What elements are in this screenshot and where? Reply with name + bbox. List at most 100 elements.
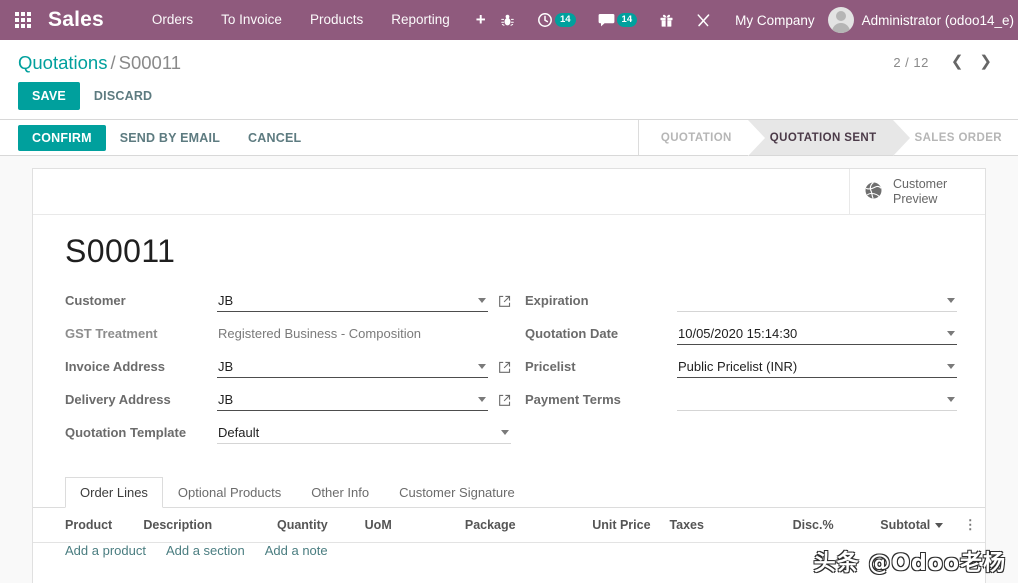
field-pricelist-input[interactable]: Public Pricelist (INR) [677, 356, 957, 378]
grid-apps-icon [15, 12, 31, 28]
field-delivery-address-external-link-icon[interactable] [498, 394, 511, 407]
column-subtotal-label: Subtotal [880, 518, 931, 532]
chevron-down-icon[interactable] [478, 396, 486, 402]
customer-preview-line1: Customer [893, 176, 948, 191]
breadcrumb-quotations[interactable]: Quotations [18, 52, 107, 73]
field-delivery-address-value: JB [218, 391, 234, 407]
breadcrumb: Quotations / S00011 [18, 52, 181, 74]
vertical-dots-icon: ⋮ [963, 517, 978, 532]
field-invoice-address-external-link-icon[interactable] [498, 361, 511, 374]
status-step-sales-order[interactable]: SALES ORDER [892, 120, 1018, 155]
notebook: Order Lines Optional Products Other Info… [33, 455, 985, 558]
customer-preview-button[interactable]: Customer Preview [849, 169, 985, 214]
field-expiration: Expiration [525, 290, 957, 314]
tab-customer-signature[interactable]: Customer Signature [384, 477, 530, 508]
top-navbar: Sales Orders To Invoice Products Reporti… [0, 0, 1018, 40]
field-customer-label: Customer [65, 293, 126, 308]
record-title: S00011 [65, 233, 176, 269]
cancel-button[interactable]: CANCEL [234, 125, 315, 151]
chevron-down-icon[interactable] [501, 429, 509, 435]
column-uom[interactable]: UoM [358, 508, 459, 543]
gift-icon[interactable] [648, 0, 685, 40]
pager-next-icon[interactable]: ❯ [971, 54, 1000, 70]
breadcrumb-current: S00011 [118, 52, 182, 73]
confirm-button[interactable]: CONFIRM [18, 124, 106, 151]
send-by-email-button[interactable]: SEND BY EMAIL [106, 125, 234, 151]
add-a-note-link[interactable]: Add a note [265, 543, 328, 558]
column-description[interactable]: Description [137, 508, 271, 543]
pager-previous-icon[interactable]: ❮ [943, 54, 972, 70]
field-invoice-address-value: JB [218, 358, 234, 374]
menu-item-products[interactable]: Products [296, 0, 377, 40]
action-status-bar: CONFIRM SEND BY EMAIL CANCEL QUOTATION Q… [0, 120, 1018, 156]
chevron-down-icon[interactable] [947, 297, 955, 303]
globe-icon [864, 181, 883, 203]
field-delivery-address-label: Delivery Address [65, 392, 171, 407]
form-fields: Customer JB GST Treatment Registered Bus… [33, 276, 985, 455]
messages-icon[interactable]: 14 [587, 0, 649, 40]
field-payment-terms-label: Payment Terms [525, 392, 621, 407]
field-invoice-address-label: Invoice Address [65, 359, 165, 374]
add-a-product-link[interactable]: Add a product [65, 543, 146, 558]
app-brand-sales[interactable]: Sales [46, 8, 112, 32]
discard-button[interactable]: DISCARD [80, 82, 166, 110]
chevron-down-icon[interactable] [947, 396, 955, 402]
bug-icon[interactable] [489, 0, 526, 40]
company-switcher[interactable]: My Company [722, 13, 828, 28]
field-customer-value: JB [218, 292, 234, 308]
column-discount[interactable]: Disc.% [786, 508, 875, 543]
customer-preview-line2: Preview [893, 191, 938, 206]
column-subtotal[interactable]: Subtotal [874, 508, 958, 543]
tools-icon[interactable] [685, 0, 722, 40]
field-expiration-input[interactable] [677, 290, 957, 312]
main-menu: Orders To Invoice Products Reporting + [138, 0, 498, 40]
form-column-right: Expiration Quotation Date 10/05/2020 15:… [511, 290, 957, 455]
menu-item-to-invoice[interactable]: To Invoice [207, 0, 296, 40]
menu-item-orders[interactable]: Orders [138, 0, 207, 40]
optional-columns-toggle[interactable]: ⋮ [957, 508, 985, 543]
apps-menu-button[interactable] [0, 0, 46, 40]
tab-optional-products[interactable]: Optional Products [163, 477, 296, 508]
field-quotation-date-input[interactable]: 10/05/2020 15:14:30 [677, 323, 957, 345]
chevron-down-icon[interactable] [947, 330, 955, 336]
field-gst-treatment-value: Registered Business - Composition [218, 326, 422, 341]
order-lines-body: Add a product Add a section Add a note [33, 543, 985, 558]
menu-item-reporting[interactable]: Reporting [377, 0, 464, 40]
field-customer-external-link-icon[interactable] [498, 295, 511, 308]
add-links: Add a product Add a section Add a note [33, 543, 985, 558]
chevron-down-icon[interactable] [947, 363, 955, 369]
column-package[interactable]: Package [458, 508, 587, 543]
column-quantity[interactable]: Quantity [270, 508, 359, 543]
chevron-down-icon[interactable] [478, 363, 486, 369]
field-pricelist-value: Public Pricelist (INR) [678, 358, 798, 374]
field-delivery-address: Delivery Address JB [65, 389, 511, 413]
field-payment-terms-input[interactable] [677, 389, 957, 411]
column-product[interactable]: Product [33, 508, 138, 543]
field-customer: Customer JB [65, 290, 511, 314]
form-column-left: Customer JB GST Treatment Registered Bus… [65, 290, 511, 455]
order-lines-table: Product Description Quantity UoM Package… [33, 508, 985, 558]
field-customer-input[interactable]: JB [217, 290, 488, 312]
field-pricelist-label: Pricelist [525, 359, 576, 374]
chevron-down-icon[interactable] [478, 297, 486, 303]
activities-clock-icon[interactable]: 14 [526, 0, 587, 40]
systray: 14 14 My Company Administrator (odoo14_e… [489, 0, 1018, 40]
field-quotation-date: Quotation Date 10/05/2020 15:14:30 [525, 323, 957, 347]
field-pricelist: Pricelist Public Pricelist (INR) [525, 356, 957, 380]
customer-preview-label: Customer Preview [893, 177, 947, 207]
status-step-quotation[interactable]: QUOTATION [638, 120, 748, 155]
tab-other-info[interactable]: Other Info [296, 477, 384, 508]
status-step-quotation-sent[interactable]: QUOTATION SENT [747, 120, 910, 156]
field-payment-terms: Payment Terms [525, 389, 957, 413]
field-delivery-address-input[interactable]: JB [217, 389, 488, 411]
add-a-section-link[interactable]: Add a section [166, 543, 245, 558]
save-button[interactable]: SAVE [18, 82, 80, 110]
tab-order-lines[interactable]: Order Lines [65, 477, 163, 508]
column-taxes[interactable]: Taxes [663, 508, 787, 543]
field-invoice-address-input[interactable]: JB [217, 356, 488, 378]
user-menu[interactable]: Administrator (odoo14_e) [827, 7, 1018, 33]
user-name-label: Administrator (odoo14_e) [861, 12, 1014, 28]
field-quotation-template-input[interactable]: Default [217, 422, 511, 444]
sheet-container: Customer Preview S00011 Customer JB GST … [0, 156, 1018, 583]
column-unit-price[interactable]: Unit Price [586, 508, 664, 543]
